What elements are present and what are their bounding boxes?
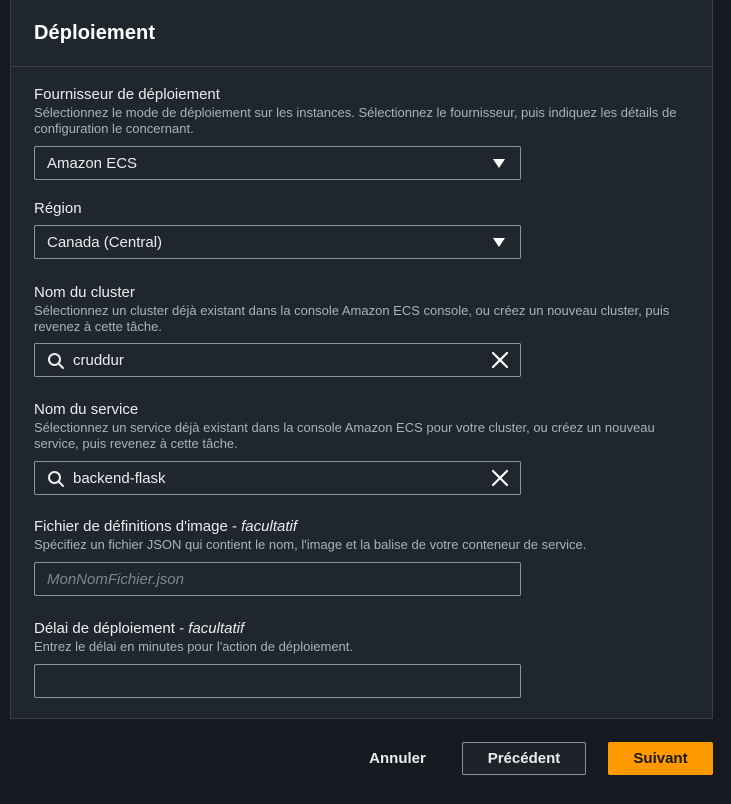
- caret-down-icon: [493, 238, 505, 247]
- service-value: backend-flask: [73, 470, 166, 487]
- provider-value: Amazon ECS: [47, 155, 138, 172]
- region-select[interactable]: Canada (Central): [34, 225, 521, 259]
- panel-title: Déploiement: [34, 22, 156, 44]
- region-field: Région Canada (Central): [34, 200, 684, 259]
- image-definitions-description: Spécifiez un fichier JSON qui contient l…: [34, 537, 587, 552]
- image-definitions-field: Fichier de définitions d'image - faculta…: [34, 518, 684, 596]
- cluster-label: Nom du cluster: [34, 284, 135, 301]
- next-button[interactable]: Suivant: [608, 742, 713, 775]
- timeout-label: Délai de déploiement - facultatif: [34, 620, 245, 637]
- provider-select[interactable]: Amazon ECS: [34, 146, 521, 180]
- panel-header: Déploiement: [11, 0, 712, 67]
- provider-label: Fournisseur de déploiement: [34, 86, 220, 103]
- region-value: Canada (Central): [47, 234, 163, 251]
- image-definitions-placeholder: MonNomFichier.json: [47, 571, 184, 588]
- timeout-input[interactable]: [34, 664, 521, 698]
- close-icon[interactable]: [491, 351, 509, 369]
- search-icon: [48, 353, 64, 369]
- caret-down-icon: [493, 159, 505, 168]
- service-field: Nom du service Sélectionnez un service d…: [34, 401, 684, 495]
- close-icon[interactable]: [491, 469, 509, 487]
- cluster-field: Nom du cluster Sélectionnez un cluster d…: [34, 284, 684, 377]
- timeout-field: Délai de déploiement - facultatif Entrez…: [34, 620, 684, 698]
- image-definitions-label: Fichier de définitions d'image - faculta…: [34, 518, 298, 535]
- provider-field: Fournisseur de déploiement Sélectionnez …: [34, 86, 684, 180]
- cancel-button[interactable]: Annuler: [355, 742, 440, 775]
- deployment-panel: Déploiement Fournisseur de déploiement S…: [10, 0, 713, 719]
- previous-button[interactable]: Précédent: [462, 742, 586, 775]
- service-description: Sélectionnez un service déjà existant da…: [34, 420, 655, 451]
- service-search-input[interactable]: backend-flask: [34, 461, 521, 495]
- service-label: Nom du service: [34, 401, 139, 418]
- provider-description: Sélectionnez le mode de déploiement sur …: [34, 105, 677, 136]
- region-label: Région: [34, 200, 82, 217]
- cluster-value: cruddur: [73, 352, 124, 369]
- image-definitions-input[interactable]: MonNomFichier.json: [34, 562, 521, 596]
- cluster-search-input[interactable]: cruddur: [34, 343, 521, 377]
- timeout-description: Entrez le délai en minutes pour l'action…: [34, 639, 354, 654]
- search-icon: [48, 471, 64, 487]
- cluster-description: Sélectionnez un cluster déjà existant da…: [34, 303, 670, 334]
